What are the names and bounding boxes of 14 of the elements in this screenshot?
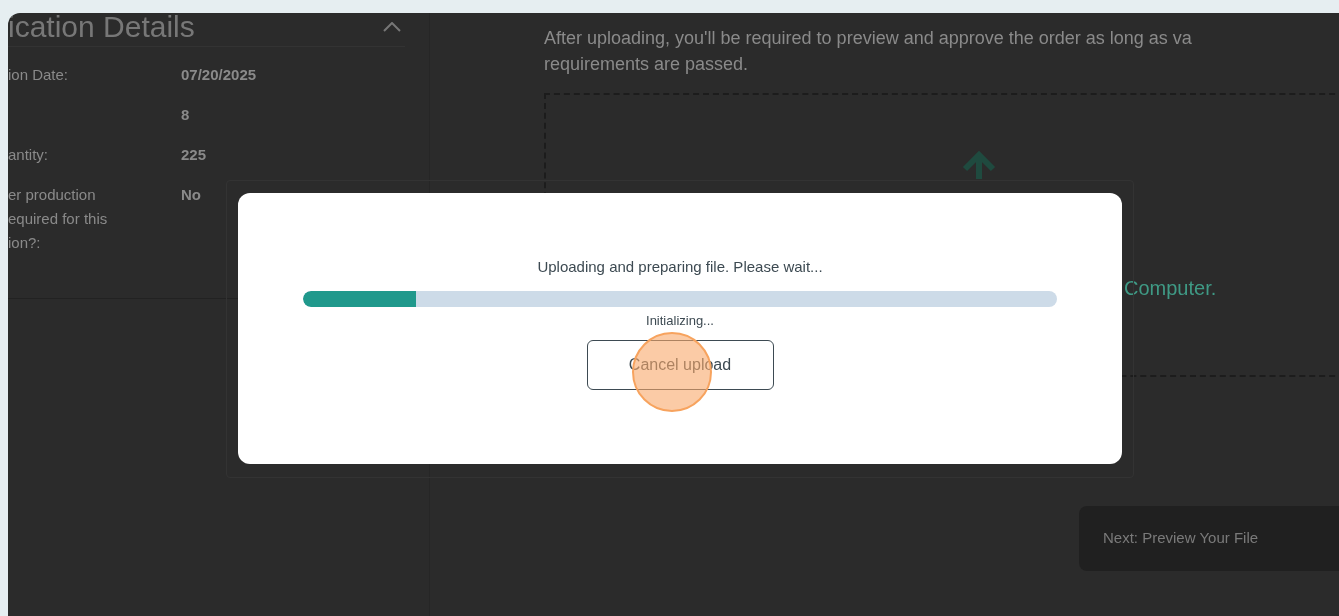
detail-value: 07/20/2025 <box>181 65 257 85</box>
upload-description: After uploading, you'll be required to preview and approve the order as long as va <box>544 27 1193 50</box>
drop-text: Computer. <box>1124 276 1217 301</box>
upload-status: Initializing... <box>646 313 714 329</box>
detail-value: 225 <box>181 145 207 165</box>
chevron-up-icon[interactable] <box>383 21 401 32</box>
section-title: ication Details <box>8 13 195 45</box>
upload-description: requirements are passed. <box>544 53 750 76</box>
detail-value: 8 <box>181 105 190 125</box>
upload-message: Uploading and preparing file. Please wait... <box>537 257 823 277</box>
detail-label: er production equired for this ion?: <box>8 185 109 253</box>
detail-label: ion Date: <box>8 65 70 85</box>
detail-label: antity: <box>8 145 50 165</box>
detail-value: No <box>181 185 201 205</box>
